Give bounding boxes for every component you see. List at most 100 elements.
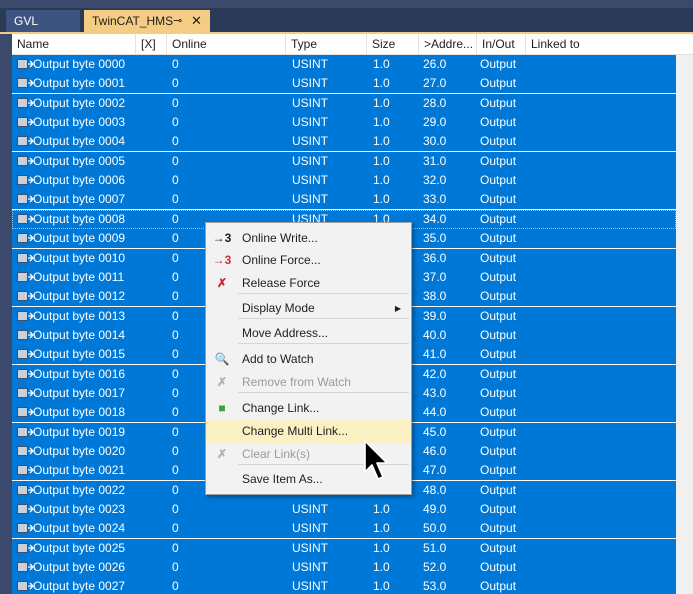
table-row[interactable]: Output byte 0027 0 USINT 1.0 53.0 Output	[12, 577, 676, 594]
row-address: 30.0	[423, 134, 447, 149]
row-address: 36.0	[423, 250, 447, 265]
row-inout: Output	[480, 231, 517, 246]
menu-separator	[238, 343, 409, 344]
output-variable-icon	[17, 542, 34, 553]
row-online: 0	[172, 76, 179, 91]
link-icon: ■	[218, 401, 226, 415]
row-type: USINT	[292, 115, 328, 130]
row-online: 0	[172, 231, 179, 246]
row-online: 0	[172, 269, 179, 284]
row-size: 1.0	[373, 115, 390, 130]
table-row[interactable]: Output byte 0005 0 USINT 1.0 31.0 Output	[12, 151, 676, 171]
menu-item-add-to-watch[interactable]: 🔍 Add to Watch	[206, 348, 411, 371]
menu-item-change-link[interactable]: ■ Change Link...	[206, 397, 411, 420]
table-row[interactable]: Output byte 0004 0 USINT 1.0 30.0 Output	[12, 132, 676, 152]
output-variable-icon	[17, 194, 34, 205]
pin-icon[interactable]: ⊸	[173, 10, 182, 32]
output-variable-icon	[17, 59, 34, 69]
table-row[interactable]: Output byte 0026 0 USINT 1.0 52.0 Output	[12, 558, 676, 578]
column-header-address[interactable]: >Addre...	[419, 34, 477, 54]
output-variable-icon	[17, 233, 34, 244]
table-row[interactable]: Output byte 0006 0 USINT 1.0 32.0 Output	[12, 171, 676, 191]
row-online: 0	[172, 385, 179, 400]
row-type: USINT	[292, 76, 328, 91]
table-row[interactable]: Output byte 0007 0 USINT 1.0 33.0 Output	[12, 190, 676, 210]
menu-item-label: Change Multi Link...	[242, 424, 349, 438]
row-size: 1.0	[373, 134, 390, 149]
column-header-type[interactable]: Type	[286, 34, 367, 54]
row-address: 41.0	[423, 347, 447, 362]
row-address: 52.0	[423, 560, 447, 575]
row-inout: Output	[480, 347, 517, 362]
row-inout: Output	[480, 424, 517, 439]
row-name: Output byte 0019	[33, 424, 126, 439]
menu-item-display-mode[interactable]: Display Mode ▶	[206, 297, 411, 320]
menu-item-release-force[interactable]: ✗ Release Force	[206, 272, 411, 295]
output-variable-icon	[17, 562, 34, 573]
table-row[interactable]: Output byte 0000 0 USINT 1.0 26.0 Output	[12, 55, 676, 74]
row-name: Output byte 0010	[33, 250, 126, 265]
row-online: 0	[172, 560, 179, 575]
release-force-icon: ✗	[216, 276, 228, 290]
row-size: 1.0	[373, 579, 390, 594]
row-name: Output byte 0004	[33, 134, 126, 149]
column-header-size[interactable]: Size	[367, 34, 419, 54]
row-name: Output byte 0001	[33, 76, 126, 91]
row-online: 0	[172, 250, 179, 265]
column-header-x[interactable]: [X]	[136, 34, 167, 54]
row-address: 42.0	[423, 366, 447, 381]
menu-item-label: Save Item As...	[242, 472, 323, 486]
tab-gvl[interactable]: GVL	[6, 10, 80, 32]
menu-item-online-force[interactable]: →3 Online Force...	[206, 249, 411, 272]
clear-link-icon: ✗	[216, 447, 228, 461]
column-header-name[interactable]: Name	[12, 34, 136, 54]
row-name: Output byte 0003	[33, 115, 126, 130]
row-name: Output byte 0009	[33, 231, 126, 246]
output-variable-icon	[17, 484, 34, 495]
row-name: Output byte 0023	[33, 502, 126, 517]
menu-item-move-address[interactable]: Move Address...	[206, 322, 411, 345]
column-header-inout[interactable]: In/Out	[477, 34, 526, 54]
table-row[interactable]: Output byte 0001 0 USINT 1.0 27.0 Output	[12, 74, 676, 94]
menu-item-label: Clear Link(s)	[242, 447, 311, 461]
row-online: 0	[172, 115, 179, 130]
row-inout: Output	[480, 134, 517, 149]
row-address: 29.0	[423, 115, 447, 130]
row-size: 1.0	[373, 173, 390, 188]
table-row[interactable]: Output byte 0024 0 USINT 1.0 50.0 Output	[12, 519, 676, 539]
output-variable-icon	[17, 97, 34, 108]
row-inout: Output	[480, 57, 517, 71]
column-header-linked-to[interactable]: Linked to	[526, 34, 676, 54]
vertical-scrollbar[interactable]	[676, 55, 693, 594]
row-name: Output byte 0025	[33, 540, 126, 555]
table-row[interactable]: Output byte 0023 0 USINT 1.0 49.0 Output	[12, 500, 676, 520]
row-name: Output byte 0007	[33, 192, 126, 207]
table-row[interactable]: Output byte 0002 0 USINT 1.0 28.0 Output	[12, 93, 676, 113]
row-online: 0	[172, 366, 179, 381]
row-inout: Output	[480, 173, 517, 188]
table-row[interactable]: Output byte 0025 0 USINT 1.0 51.0 Output	[12, 538, 676, 558]
window-top-strip	[0, 0, 693, 8]
row-inout: Output	[480, 366, 517, 381]
output-variable-icon	[17, 252, 34, 263]
row-address: 27.0	[423, 76, 447, 91]
output-variable-icon	[17, 407, 34, 418]
row-online: 0	[172, 405, 179, 420]
output-variable-icon	[17, 117, 34, 128]
column-header-online[interactable]: Online	[167, 34, 286, 54]
row-size: 1.0	[373, 560, 390, 575]
row-size: 1.0	[373, 57, 390, 71]
row-size: 1.0	[373, 95, 390, 110]
row-address: 38.0	[423, 289, 447, 304]
row-online: 0	[172, 327, 179, 342]
row-address: 39.0	[423, 308, 447, 323]
row-type: USINT	[292, 192, 328, 207]
tab-twincat-hms[interactable]: TwinCAT_HMS ⊸ ✕	[84, 10, 210, 32]
row-name: Output byte 0024	[33, 521, 126, 536]
mouse-cursor-icon	[364, 440, 388, 480]
magnifier-icon: 🔍	[214, 352, 230, 366]
menu-item-online-write[interactable]: →3 Online Write...	[206, 227, 411, 250]
close-icon[interactable]: ✕	[191, 10, 202, 32]
table-row[interactable]: Output byte 0003 0 USINT 1.0 29.0 Output	[12, 113, 676, 133]
row-inout: Output	[480, 385, 517, 400]
